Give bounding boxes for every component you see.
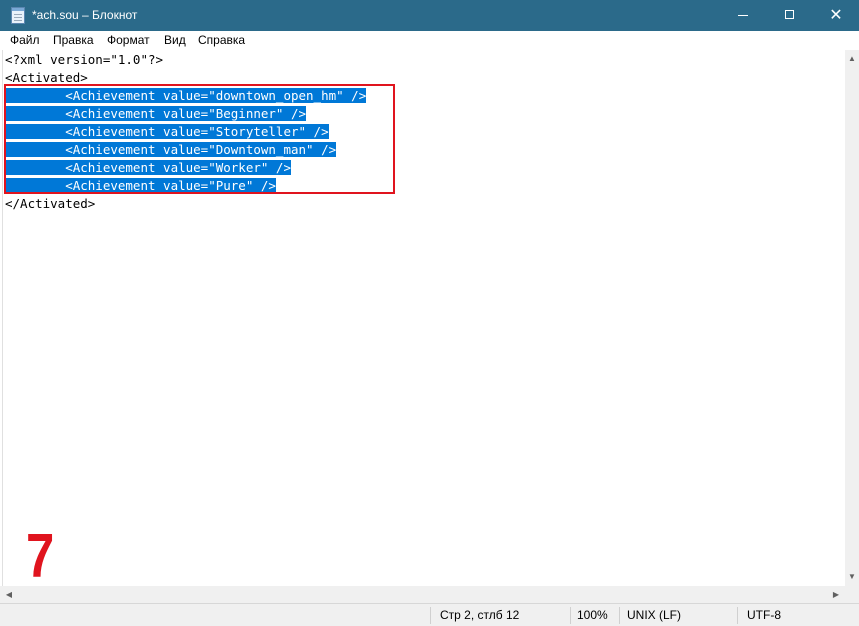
editor-line-text: </Activated> <box>5 196 96 211</box>
status-divider <box>737 607 738 624</box>
menu-format[interactable]: Формат <box>107 33 150 48</box>
editor-line: </Activated> <box>5 195 95 213</box>
menu-view[interactable]: Вид <box>164 33 186 48</box>
encoding: UTF-8 <box>747 608 781 622</box>
step-number-annotation: 7 <box>26 522 55 591</box>
notepad-icon <box>11 7 25 24</box>
scrollbar-corner <box>845 586 859 603</box>
close-button[interactable]: ✕ <box>813 0 859 31</box>
editor-line-text: <?xml version="1.0"?> <box>5 52 164 67</box>
menu-help[interactable]: Справка <box>198 33 245 48</box>
scroll-right-arrow-icon[interactable]: ▶ <box>829 586 843 603</box>
scroll-up-arrow-icon[interactable]: ▲ <box>845 52 859 66</box>
scroll-left-arrow-icon[interactable]: ◀ <box>2 586 16 603</box>
vertical-scrollbar[interactable]: ▲ ▼ <box>845 50 859 586</box>
editor-line: <?xml version="1.0"?> <box>5 51 163 69</box>
maximize-button[interactable] <box>767 0 813 31</box>
window-title: *ach.sou – Блокнот <box>32 8 138 22</box>
zoom-level: 100% <box>577 608 608 622</box>
status-divider <box>619 607 620 624</box>
title-bar[interactable]: *ach.sou – Блокнот ✕ <box>0 0 859 31</box>
status-divider <box>430 607 431 624</box>
line-endings: UNIX (LF) <box>627 608 681 622</box>
menu-bar: Файл Правка Формат Вид Справка <box>0 31 859 50</box>
editor-line-text: <Activated> <box>5 70 88 85</box>
status-divider <box>570 607 571 624</box>
maximize-icon <box>785 10 794 19</box>
selection-highlight-box <box>4 84 395 194</box>
menu-edit[interactable]: Правка <box>53 33 94 48</box>
cursor-position: Стр 2, стлб 12 <box>440 608 520 622</box>
minimize-icon <box>738 15 748 16</box>
status-bar: Стр 2, стлб 12 100% UNIX (LF) UTF-8 <box>0 603 859 626</box>
close-icon: ✕ <box>829 7 843 24</box>
menu-file[interactable]: Файл <box>10 33 40 48</box>
minimize-button[interactable] <box>721 0 767 31</box>
scroll-down-arrow-icon[interactable]: ▼ <box>845 570 859 584</box>
horizontal-scrollbar[interactable]: ◀ ▶ <box>0 586 845 603</box>
